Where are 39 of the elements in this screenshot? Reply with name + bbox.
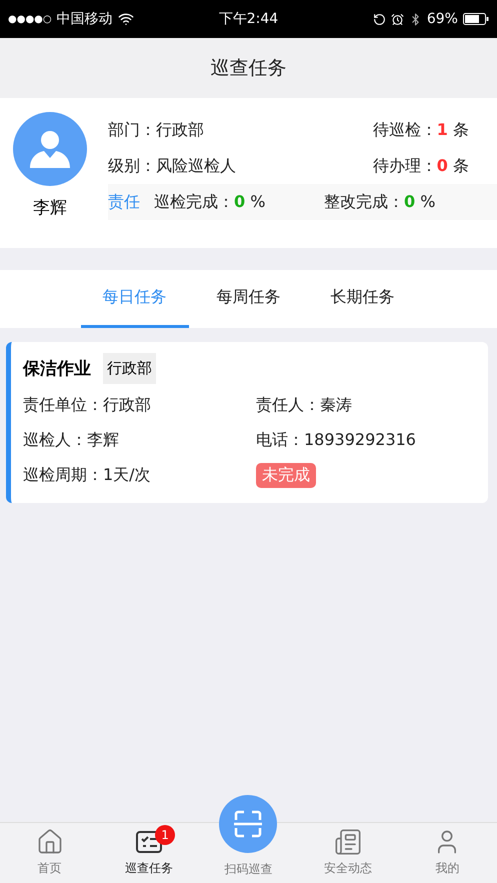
tab[interactable]: 长期任务 (308, 270, 416, 328)
duty-link[interactable]: 责任 (108, 192, 140, 212)
clock-time: 下午2:44 (218, 10, 278, 28)
task-field: 责任单位：行政部 (23, 395, 256, 416)
carrier-name: 中国移动 (56, 10, 113, 28)
task-field: 电话：18939292316 (256, 430, 476, 451)
scan-icon (219, 795, 278, 853)
newspaper-icon (334, 828, 362, 856)
battery-percent: 69% (426, 11, 458, 27)
tab[interactable]: 每日任务 (80, 270, 188, 328)
page-title: 巡查任务 (210, 56, 286, 81)
task-card[interactable]: 保洁作业 行政部 责任单位：行政部 责任人：秦涛 巡检人：李辉 电话：18939292316 巡检周期：1天/次 未完成 (6, 342, 488, 503)
signal-dots: ●●●●○ (8, 14, 52, 24)
nav-tab[interactable]: 扫码巡查 (198, 793, 298, 883)
completion-rate: 整改完成：0 % (324, 192, 436, 212)
nav-tab[interactable]: 1 巡查任务 (99, 823, 199, 883)
profile-field: 级别：风险巡检人 (108, 156, 236, 176)
nav-tab[interactable]: 我的 (398, 823, 497, 883)
tab[interactable]: 每周任务 (194, 270, 302, 328)
battery-icon (462, 13, 489, 25)
pending-count: 待巡检：1 条 (372, 120, 469, 140)
pending-count: 待办理：0 条 (372, 156, 469, 176)
avatar-icon (13, 112, 87, 186)
completion-rate: 巡检完成：0 % (154, 192, 266, 212)
checklist-icon (135, 828, 164, 856)
task-field: 责任人：秦涛 (256, 395, 476, 416)
wifi-icon (118, 11, 134, 27)
count-badge: 1 (155, 825, 176, 845)
user-name: 李辉 (33, 197, 67, 219)
status-tag: 未完成 (256, 463, 316, 488)
home-icon (36, 828, 64, 856)
nav-tab[interactable]: 首页 (0, 823, 100, 883)
nav-tab[interactable]: 安全动态 (298, 823, 398, 883)
department-tag: 行政部 (103, 352, 156, 384)
task-field: 巡检人：李辉 (23, 430, 256, 451)
task-title: 保洁作业 (23, 358, 91, 380)
profile-field: 部门：行政部 (108, 120, 204, 140)
task-field: 巡检周期：1天/次 (23, 465, 256, 486)
alarm-icon (390, 12, 404, 26)
